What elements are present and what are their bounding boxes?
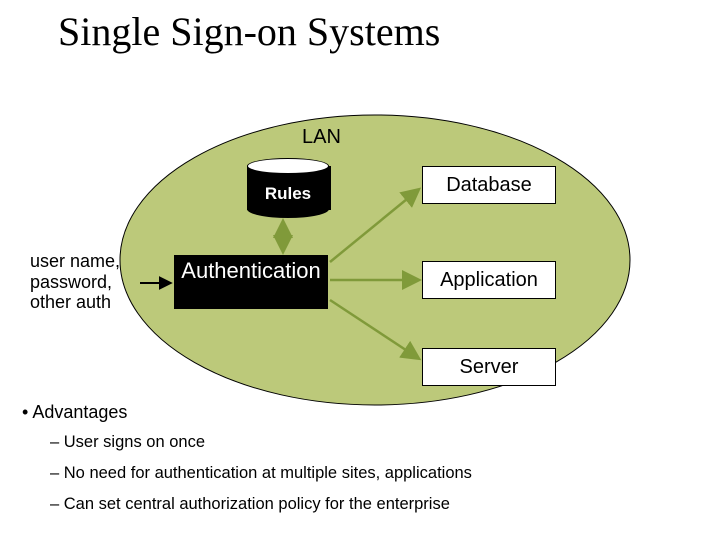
bullet-item: User signs on once bbox=[50, 433, 472, 452]
bullet-item-text: Can set central authorization policy for… bbox=[64, 495, 450, 513]
auth-inputs-label: user name, password, other auth bbox=[30, 251, 150, 313]
bullet-item-text: No need for authentication at multiple s… bbox=[64, 464, 472, 482]
bullet-item-text: User signs on once bbox=[64, 433, 205, 451]
authentication-label: Authentication bbox=[181, 258, 320, 283]
application-label: Application bbox=[440, 269, 538, 292]
auth-input-line: other auth bbox=[30, 292, 150, 313]
bullet-list: Advantages User signs on once No need fo… bbox=[22, 402, 472, 526]
slide: Single Sign-on Systems LAN Rules bbox=[0, 0, 720, 540]
rules-label: Rules bbox=[247, 184, 329, 204]
bullet-heading: Advantages bbox=[22, 402, 472, 423]
application-node: Application bbox=[422, 261, 556, 299]
server-label: Server bbox=[460, 356, 519, 379]
bullet-item: No need for authentication at multiple s… bbox=[50, 464, 472, 483]
authentication-node: Authentication bbox=[174, 255, 328, 309]
bullet-item: Can set central authorization policy for… bbox=[50, 495, 472, 514]
database-label: Database bbox=[446, 174, 532, 197]
rules-datastore-icon: Rules bbox=[247, 158, 329, 218]
server-node: Server bbox=[422, 348, 556, 386]
database-node: Database bbox=[422, 166, 556, 204]
lan-label: LAN bbox=[302, 126, 341, 149]
bullet-heading-text: Advantages bbox=[32, 402, 127, 422]
auth-input-line: user name, bbox=[30, 251, 150, 272]
auth-input-line: password, bbox=[30, 272, 150, 293]
